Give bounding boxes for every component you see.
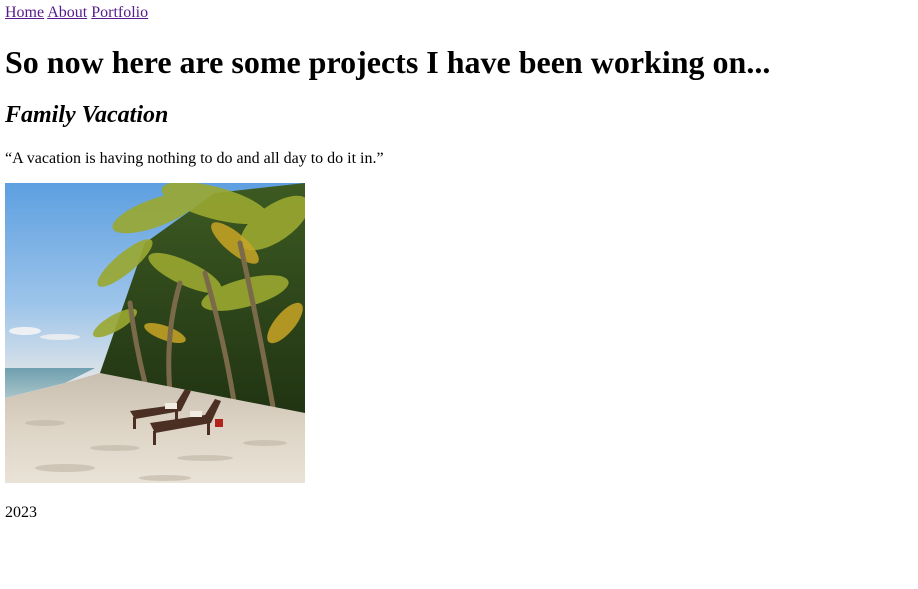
beach-photo <box>5 183 305 483</box>
project-year: 2023 <box>5 504 37 521</box>
page-title: So now here are some projects I have bee… <box>5 44 771 80</box>
project-title: Family Vacation <box>5 102 169 128</box>
nav-link-portfolio[interactable]: Portfolio <box>91 4 148 21</box>
top-nav: Home About Portfolio <box>5 3 148 23</box>
nav-link-about[interactable]: About <box>47 4 87 21</box>
nav-link-home[interactable]: Home <box>5 4 44 21</box>
project-quote: “A vacation is having nothing to do and … <box>5 150 384 167</box>
